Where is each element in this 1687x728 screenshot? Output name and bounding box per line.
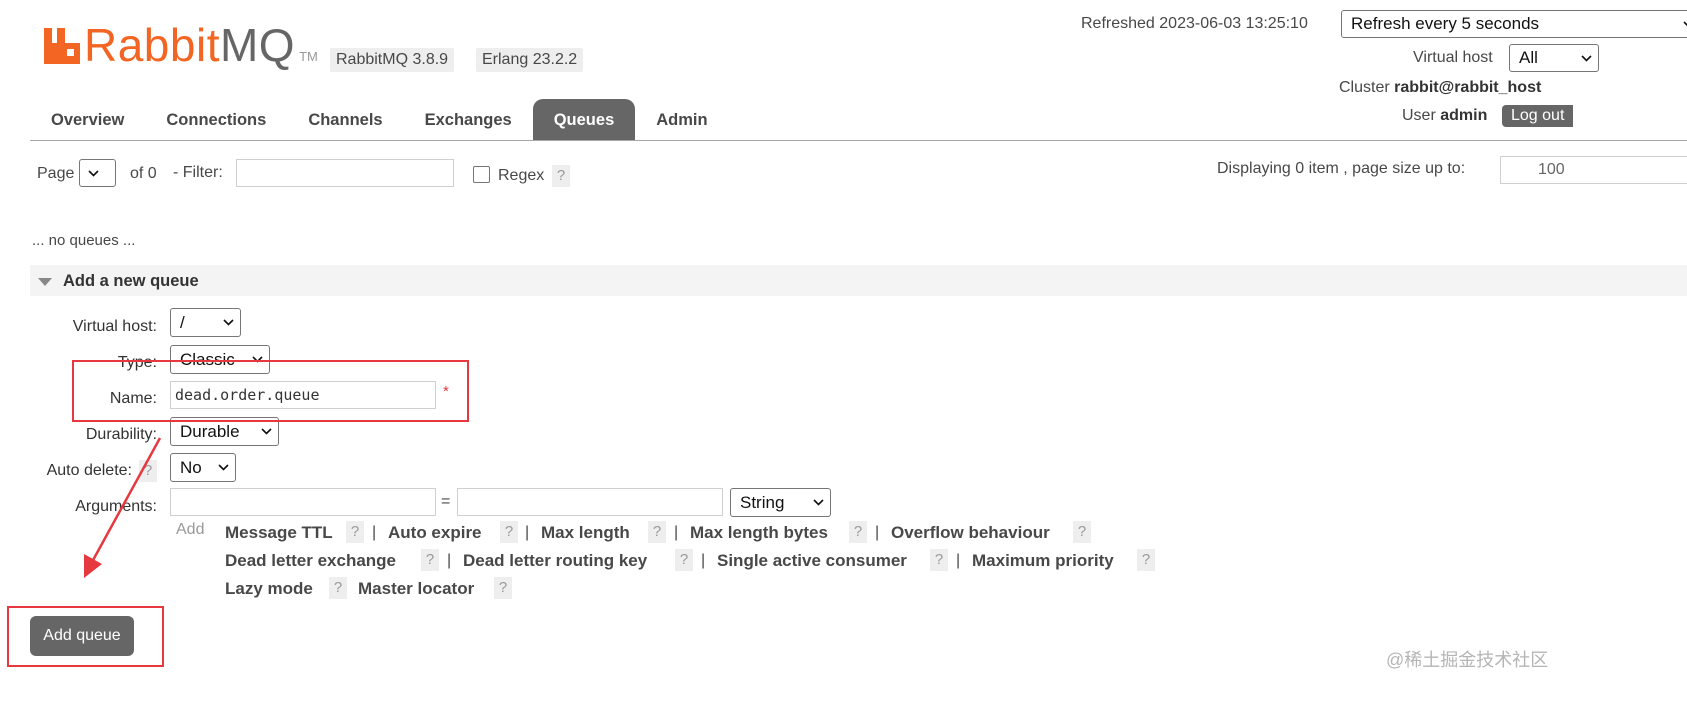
tab-queues[interactable]: Queues [532, 99, 636, 140]
tab-overview[interactable]: Overview [30, 99, 145, 140]
tab-exchanges[interactable]: Exchanges [404, 99, 533, 140]
annotation-highlight-name [72, 360, 469, 422]
arg-single-active-consumer[interactable]: Single active consumer [717, 551, 907, 571]
arg-separator: | [674, 524, 679, 541]
cluster-name: rabbit@rabbit_host [1394, 79, 1542, 96]
page-count: of 0 [130, 165, 157, 182]
refresh-interval-select[interactable]: Refresh every 5 seconds [1341, 10, 1687, 38]
logout-button[interactable]: Log out [1502, 105, 1574, 127]
regex-label: Regex [498, 167, 545, 184]
chevron-down-icon [223, 319, 234, 326]
argument-type-select[interactable]: String [730, 488, 831, 517]
arg-dead-letter-routing-key-help[interactable]: ? [675, 549, 693, 571]
arg-separator: | [447, 552, 452, 569]
rabbitmq-logo-icon [44, 28, 80, 64]
arg-overflow-behaviour[interactable]: Overflow behaviour [891, 523, 1050, 543]
cluster-info: Cluster rabbit@rabbit_host [1339, 79, 1541, 97]
logo-text-mq: MQ [219, 19, 296, 71]
arg-separator: | [875, 524, 880, 541]
watermark-text: @稀土掘金技术社区 [1386, 650, 1549, 670]
argument-key-input[interactable] [170, 488, 436, 516]
tab-divider [30, 140, 1687, 141]
chevron-down-icon [88, 169, 99, 177]
arg-separator: | [701, 552, 706, 569]
arg-message-ttl-help[interactable]: ? [346, 521, 364, 543]
arg-maximum-priority[interactable]: Maximum priority [972, 551, 1114, 571]
arg-master-locator-help[interactable]: ? [494, 577, 512, 599]
arg-auto-expire-help[interactable]: ? [500, 521, 518, 543]
user-info: User admin [1402, 107, 1487, 125]
add-queue-section-title[interactable]: Add a new queue [63, 272, 199, 291]
argument-equals: = [441, 493, 451, 510]
logo-text-rabbit: Rabbit [84, 19, 220, 71]
arg-max-length[interactable]: Max length [541, 523, 630, 543]
tab-connections[interactable]: Connections [145, 99, 287, 140]
arg-maximum-priority-help[interactable]: ? [1137, 549, 1155, 571]
queue-vhost-value: / [180, 312, 185, 332]
page-size-input[interactable]: 100 [1500, 156, 1687, 184]
filter-input[interactable] [236, 159, 454, 187]
arg-auto-expire[interactable]: Auto expire [388, 523, 482, 543]
filter-label: - Filter: [173, 164, 223, 181]
queue-vhost-label: Virtual host: [72, 318, 157, 335]
regex-help-button[interactable]: ? [552, 165, 570, 187]
queue-vhost-select[interactable]: / [170, 308, 241, 337]
arg-overflow-behaviour-help[interactable]: ? [1073, 521, 1091, 543]
refreshed-timestamp: Refreshed 2023-06-03 13:25:10 [1081, 15, 1308, 32]
auto-delete-label: Auto delete: [46, 462, 132, 479]
user-name: admin [1440, 107, 1488, 124]
rabbitmq-version-badge: RabbitMQ 3.8.9 [330, 48, 455, 72]
collapse-triangle-icon[interactable] [38, 278, 52, 286]
virtual-host-select[interactable]: All [1509, 44, 1599, 72]
arg-master-locator[interactable]: Master locator [358, 579, 474, 599]
chevron-down-icon [1581, 54, 1592, 62]
erlang-version-badge: Erlang 23.2.2 [476, 48, 584, 72]
arg-separator: | [956, 552, 961, 569]
durability-label: Durability: [85, 426, 157, 443]
logo-trademark: TM [299, 49, 318, 64]
refresh-interval-value: Refresh every 5 seconds [1351, 14, 1540, 33]
main-nav-tabs: Overview Connections Channels Exchanges … [30, 99, 729, 140]
arg-max-length-bytes[interactable]: Max length bytes [690, 523, 828, 543]
arg-separator: | [525, 524, 530, 541]
arg-dead-letter-routing-key[interactable]: Dead letter routing key [463, 551, 647, 571]
argument-value-input[interactable] [457, 488, 723, 516]
no-queues-message: ... no queues ... [32, 232, 136, 249]
arg-single-active-consumer-help[interactable]: ? [930, 549, 948, 571]
auto-delete-help-button[interactable]: ? [139, 460, 157, 482]
arg-lazy-mode-help[interactable]: ? [329, 577, 347, 599]
arg-separator: | [372, 524, 377, 541]
arg-dead-letter-exchange-help[interactable]: ? [421, 549, 439, 571]
auto-delete-value: No [180, 457, 202, 477]
arg-message-ttl[interactable]: Message TTL [225, 523, 333, 543]
virtual-host-value: All [1519, 48, 1538, 67]
arg-lazy-mode[interactable]: Lazy mode [225, 579, 313, 599]
rabbitmq-logo[interactable]: Rabbit MQ TM [44, 22, 318, 68]
page-select[interactable] [79, 159, 116, 187]
arg-max-length-bytes-help[interactable]: ? [849, 521, 867, 543]
chevron-down-icon [1683, 20, 1687, 26]
auto-delete-select[interactable]: No [170, 453, 236, 482]
displaying-count: Displaying 0 item , page size up to: [1217, 160, 1466, 177]
arg-max-length-help[interactable]: ? [648, 521, 666, 543]
virtual-host-label: Virtual host [1413, 49, 1493, 66]
annotation-highlight-add-button [7, 606, 164, 667]
add-argument-label: Add [176, 521, 205, 538]
add-queue-section-header[interactable] [30, 265, 1687, 296]
chevron-down-icon [813, 499, 824, 506]
chevron-down-icon [261, 428, 272, 435]
argument-type-value: String [740, 492, 785, 512]
arg-dead-letter-exchange[interactable]: Dead letter exchange [225, 551, 396, 571]
arguments-label: Arguments: [75, 498, 157, 515]
durability-value: Durable [180, 421, 240, 441]
tab-channels[interactable]: Channels [287, 99, 403, 140]
tab-admin[interactable]: Admin [635, 99, 728, 140]
regex-checkbox[interactable] [473, 166, 490, 183]
user-label: User [1402, 107, 1436, 124]
page-label: Page [37, 165, 75, 182]
cluster-label: Cluster [1339, 79, 1390, 96]
chevron-down-icon [218, 464, 229, 471]
